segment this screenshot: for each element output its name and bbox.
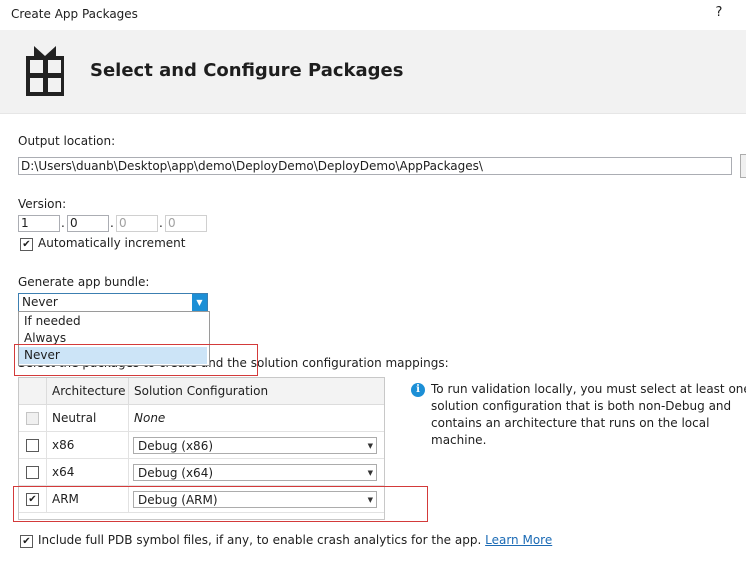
version-label: Version: bbox=[18, 197, 67, 211]
arch-cell: x64 bbox=[47, 459, 129, 486]
table-row bbox=[19, 432, 47, 459]
page-title: Select and Configure Packages bbox=[90, 60, 404, 81]
config-dropdown-value: Debug (x86) bbox=[138, 439, 214, 453]
bundle-label: Generate app bundle: bbox=[18, 275, 150, 289]
learn-more-link[interactable]: Learn More bbox=[485, 533, 552, 547]
gift-package-icon bbox=[24, 44, 68, 101]
output-location-label: Output location: bbox=[18, 134, 116, 148]
include-pdb-checkbox[interactable]: ✔ bbox=[20, 535, 33, 548]
window-title: Create App Packages bbox=[11, 7, 138, 21]
info-icon: i bbox=[411, 383, 425, 397]
config-cell: Debug (x64) ▼ bbox=[129, 459, 384, 486]
help-button[interactable]: ? bbox=[712, 5, 726, 23]
version-separator: . bbox=[61, 216, 65, 230]
highlight-box-arm bbox=[13, 486, 428, 522]
bundle-dropdown[interactable]: Never ▼ bbox=[18, 293, 208, 312]
config-dropdown-value: Debug (x64) bbox=[138, 466, 214, 480]
version-major-input[interactable]: 1 bbox=[18, 215, 60, 232]
row-checkbox-neutral bbox=[26, 412, 39, 425]
config-cell-none: None bbox=[129, 405, 384, 432]
version-revision-input: 0 bbox=[165, 215, 207, 232]
header-checkbox-column bbox=[19, 378, 47, 405]
highlight-box-never bbox=[14, 344, 258, 376]
chevron-down-icon: ▼ bbox=[367, 469, 373, 477]
table-row bbox=[19, 405, 47, 432]
column-header-architecture: Architecture bbox=[47, 378, 129, 405]
bundle-selected-value: Never bbox=[22, 295, 58, 309]
version-minor-input[interactable]: 0 bbox=[67, 215, 109, 232]
column-header-configuration: Solution Configuration bbox=[129, 378, 384, 405]
bundle-option-if-needed[interactable]: If needed bbox=[19, 313, 207, 330]
include-pdb-label: Include full PDB symbol files, if any, t… bbox=[38, 533, 482, 547]
config-cell: Debug (x86) ▼ bbox=[129, 432, 384, 459]
row-checkbox-x86[interactable] bbox=[26, 439, 39, 452]
chevron-down-icon[interactable]: ▼ bbox=[192, 294, 207, 311]
table-row bbox=[19, 459, 47, 486]
validation-info-text: To run validation locally, you must sele… bbox=[431, 382, 746, 447]
version-build-input: 0 bbox=[116, 215, 158, 232]
version-separator: . bbox=[159, 216, 163, 230]
arch-cell: x86 bbox=[47, 432, 129, 459]
auto-increment-label: Automatically increment bbox=[38, 236, 186, 250]
chevron-down-icon: ▼ bbox=[367, 442, 373, 450]
config-dropdown-x86[interactable]: Debug (x86) ▼ bbox=[133, 437, 377, 454]
config-dropdown-x64[interactable]: Debug (x64) ▼ bbox=[133, 464, 377, 481]
arch-cell: Neutral bbox=[47, 405, 129, 432]
version-separator: . bbox=[110, 216, 114, 230]
row-checkbox-x64[interactable] bbox=[26, 466, 39, 479]
auto-increment-checkbox[interactable]: ✔ bbox=[20, 238, 33, 251]
browse-button[interactable] bbox=[740, 154, 746, 178]
output-location-input[interactable]: D:\Users\duanb\Desktop\app\demo\DeployDe… bbox=[18, 157, 732, 175]
include-pdb-text: Include full PDB symbol files, if any, t… bbox=[38, 533, 552, 547]
